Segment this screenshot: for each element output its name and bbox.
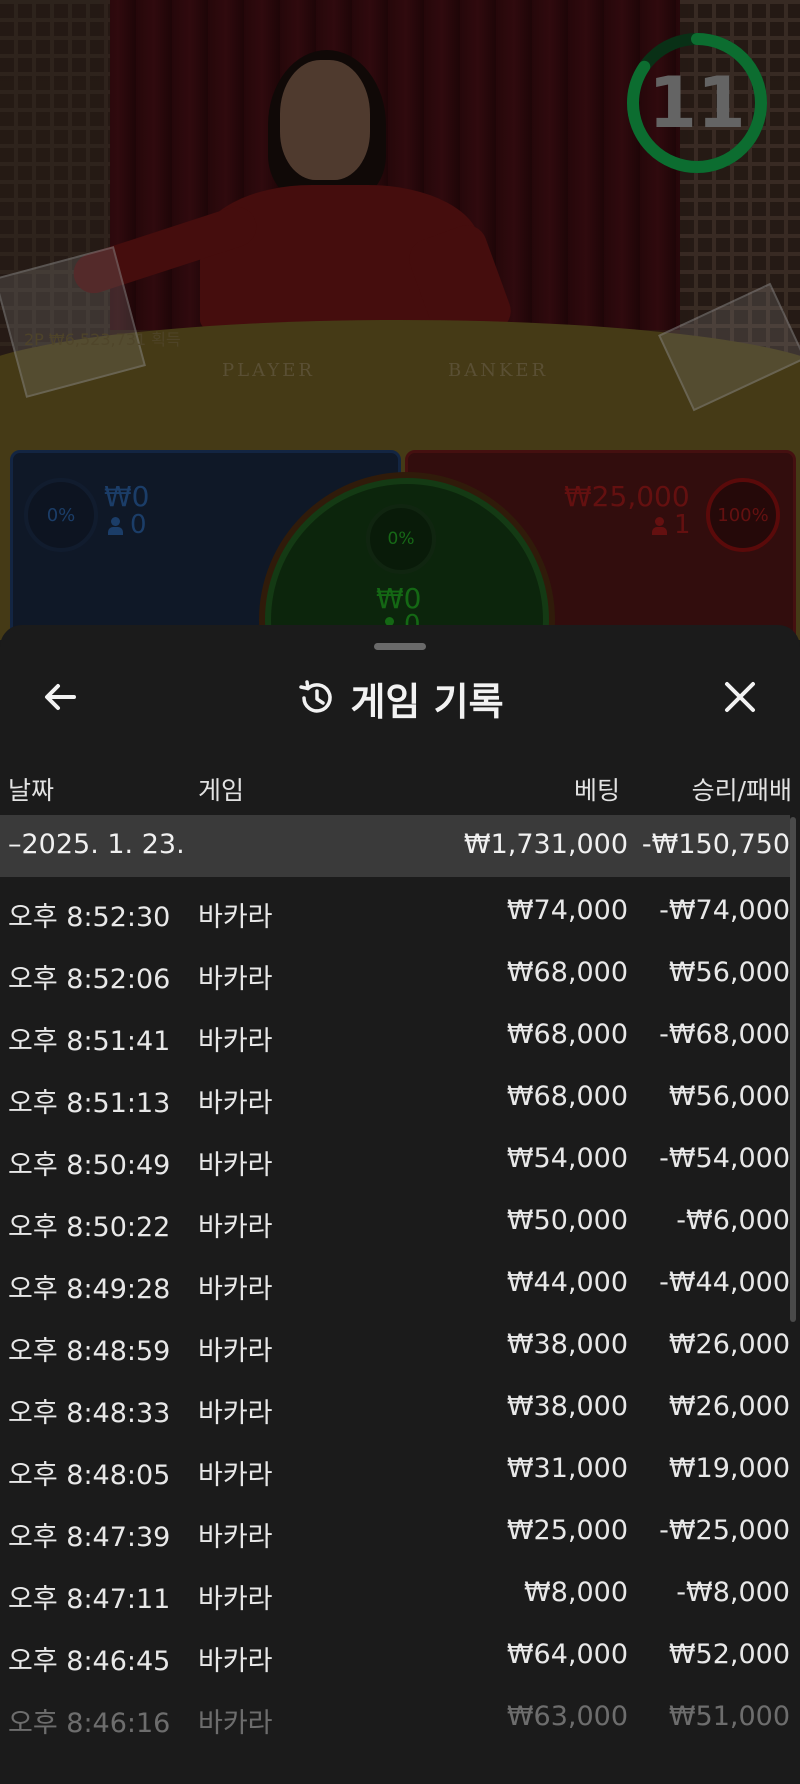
row-time: 오후 8:50:22	[8, 1212, 171, 1243]
row-bet: ₩74,000	[506, 895, 628, 926]
row-bet: ₩25,000	[506, 1515, 628, 1546]
date-group-label: –2025. 1. 23.	[8, 829, 185, 860]
row-time: 오후 8:47:39	[8, 1522, 171, 1553]
row-bet: ₩54,000	[506, 1143, 628, 1174]
row-game: 바카라	[198, 1398, 273, 1429]
row-result: -₩25,000	[659, 1515, 790, 1546]
row-result: ₩52,000	[668, 1639, 790, 1670]
live-game-view: 2P ₩6,523,731 획득 PLAYER BANKER 11 0% ₩0 …	[0, 0, 800, 640]
row-game: 바카라	[198, 1274, 273, 1305]
row-game: 바카라	[198, 902, 273, 933]
close-icon[interactable]	[718, 675, 762, 719]
history-row[interactable]: 오후 8:48:33 바카라 ₩38,000 ₩26,000	[0, 1376, 790, 1438]
row-result: -₩8,000	[676, 1577, 790, 1608]
history-row[interactable]: 오후 8:51:41 바카라 ₩68,000 -₩68,000	[0, 1004, 790, 1066]
row-bet: ₩44,000	[506, 1267, 628, 1298]
row-time: 오후 8:51:13	[8, 1088, 171, 1119]
row-time: 오후 8:49:28	[8, 1274, 171, 1305]
column-headers: 날짜 게임 베팅 승리/패배	[0, 765, 800, 809]
history-list: 오후 8:52:30 바카라 ₩74,000 -₩74,000 오후 8:52:06 바카…	[0, 880, 790, 1748]
row-result: ₩51,000	[668, 1701, 790, 1732]
history-row[interactable]: 오후 8:48:59 바카라 ₩38,000 ₩26,000	[0, 1314, 790, 1376]
drag-handle[interactable]	[374, 643, 426, 650]
row-result: ₩56,000	[668, 957, 790, 988]
history-row[interactable]: 오후 8:52:06 바카라 ₩68,000 ₩56,000	[0, 942, 790, 1004]
history-row[interactable]: 오후 8:50:49 바카라 ₩54,000 -₩54,000	[0, 1128, 790, 1190]
history-row[interactable]: 오후 8:46:45 바카라 ₩64,000 ₩52,000	[0, 1624, 790, 1686]
history-row[interactable]: 오후 8:48:05 바카라 ₩31,000 ₩19,000	[0, 1438, 790, 1500]
history-row[interactable]: 오후 8:47:11 바카라 ₩8,000 -₩8,000	[0, 1562, 790, 1624]
row-bet: ₩68,000	[506, 957, 628, 988]
column-result[interactable]: 승리/패배	[692, 771, 792, 807]
sheet-title: 게임 기록	[350, 679, 504, 724]
row-result: ₩56,000	[668, 1081, 790, 1112]
row-result: -₩44,000	[659, 1267, 790, 1298]
row-game: 바카라	[198, 1460, 273, 1491]
row-result: -₩74,000	[659, 895, 790, 926]
row-game: 바카라	[198, 1522, 273, 1553]
row-bet: ₩8,000	[524, 1577, 628, 1608]
history-row[interactable]: 오후 8:49:28 바카라 ₩44,000 -₩44,000	[0, 1252, 790, 1314]
row-time: 오후 8:46:45	[8, 1646, 171, 1677]
row-result: -₩68,000	[659, 1019, 790, 1050]
row-game: 바카라	[198, 964, 273, 995]
history-icon	[299, 680, 333, 713]
row-time: 오후 8:52:06	[8, 964, 171, 995]
row-result: ₩26,000	[668, 1391, 790, 1422]
scrollbar[interactable]	[790, 817, 796, 1322]
row-time: 오후 8:50:49	[8, 1150, 171, 1181]
history-row[interactable]: 오후 8:47:39 바카라 ₩25,000 -₩25,000	[0, 1500, 790, 1562]
history-row[interactable]: 오후 8:51:13 바카라 ₩68,000 ₩56,000	[0, 1066, 790, 1128]
history-row[interactable]: 오후 8:46:16 바카라 ₩63,000 ₩51,000	[0, 1686, 790, 1748]
row-bet: ₩50,000	[506, 1205, 628, 1236]
row-game: 바카라	[198, 1584, 273, 1615]
date-group-result-total: -₩150,750	[641, 829, 790, 860]
row-result: ₩19,000	[668, 1453, 790, 1484]
row-time: 오후 8:46:16	[8, 1708, 171, 1739]
game-history-sheet: 게임 기록 날짜 게임 베팅 승리/패배 –2025. 1. 23. ₩1,73…	[0, 625, 800, 1784]
dim-overlay	[0, 0, 800, 640]
row-time: 오후 8:48:59	[8, 1336, 171, 1367]
row-game: 바카라	[198, 1336, 273, 1367]
history-row[interactable]: 오후 8:50:22 바카라 ₩50,000 -₩6,000	[0, 1190, 790, 1252]
date-group-row[interactable]: –2025. 1. 23. ₩1,731,000 -₩150,750	[0, 815, 790, 877]
row-bet: ₩38,000	[506, 1391, 628, 1422]
row-game: 바카라	[198, 1150, 273, 1181]
row-game: 바카라	[198, 1088, 273, 1119]
row-bet: ₩31,000	[506, 1453, 628, 1484]
row-game: 바카라	[198, 1708, 273, 1739]
row-bet: ₩68,000	[506, 1019, 628, 1050]
row-game: 바카라	[198, 1026, 273, 1057]
row-result: ₩26,000	[668, 1329, 790, 1360]
column-bet[interactable]: 베팅	[574, 771, 620, 807]
row-game: 바카라	[198, 1646, 273, 1677]
history-row[interactable]: 오후 8:52:30 바카라 ₩74,000 -₩74,000	[0, 880, 790, 942]
row-bet: ₩63,000	[506, 1701, 628, 1732]
row-time: 오후 8:48:33	[8, 1398, 171, 1429]
row-time: 오후 8:47:11	[8, 1584, 171, 1615]
sheet-header: 게임 기록	[0, 673, 800, 724]
row-result: -₩54,000	[659, 1143, 790, 1174]
row-bet: ₩64,000	[506, 1639, 628, 1670]
row-time: 오후 8:48:05	[8, 1460, 171, 1491]
row-bet: ₩38,000	[506, 1329, 628, 1360]
row-time: 오후 8:52:30	[8, 902, 171, 933]
row-bet: ₩68,000	[506, 1081, 628, 1112]
row-result: -₩6,000	[676, 1205, 790, 1236]
date-group-bet-total: ₩1,731,000	[463, 829, 628, 860]
column-game[interactable]: 게임	[198, 771, 244, 807]
column-date[interactable]: 날짜	[8, 771, 54, 807]
row-game: 바카라	[198, 1212, 273, 1243]
row-time: 오후 8:51:41	[8, 1026, 171, 1057]
